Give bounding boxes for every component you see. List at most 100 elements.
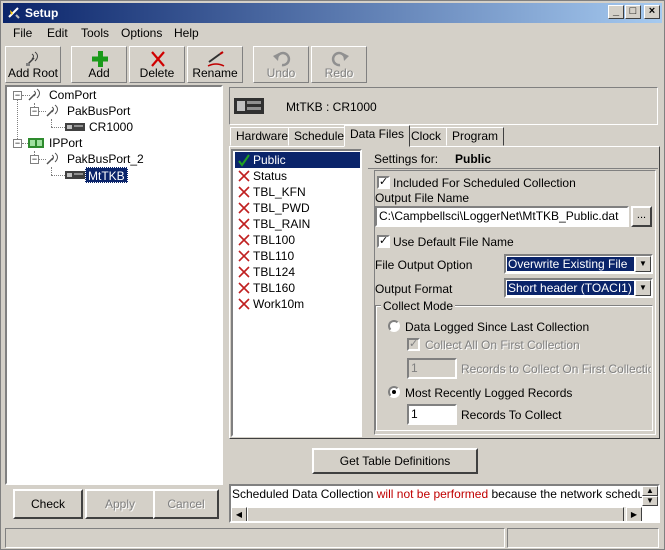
add-button[interactable]: Add: [71, 46, 127, 83]
scroll-up-button[interactable]: ▲: [642, 486, 658, 496]
comport-icon: [28, 88, 40, 101]
x-icon: [238, 170, 250, 182]
collapse-toggle[interactable]: −: [13, 139, 22, 148]
tab-schedule[interactable]: Schedule: [288, 127, 351, 146]
use-default-label: Use Default File Name: [393, 235, 514, 249]
records-first-input[interactable]: 1: [407, 358, 457, 379]
apply-button[interactable]: Apply: [85, 489, 155, 519]
output-file-label: Output File Name: [375, 191, 470, 205]
menu-tools[interactable]: Tools: [75, 24, 115, 42]
log-highlight: will not be performed: [376, 487, 489, 501]
use-default-checkbox[interactable]: [377, 234, 390, 248]
file-output-option-label: File Output Option: [375, 258, 473, 272]
included-checkbox[interactable]: [377, 175, 390, 189]
undo-button[interactable]: Undo: [253, 46, 309, 83]
minimize-button[interactable]: _: [608, 5, 624, 19]
output-format-select[interactable]: Short header (TOACI1) ▼: [504, 278, 653, 298]
scroll-left-button[interactable]: ◀: [231, 507, 247, 521]
tree-item-pakbusport-2[interactable]: PakBusPort_2: [65, 151, 146, 167]
collapse-toggle[interactable]: −: [30, 107, 39, 116]
device-header: MtTKB : CR1000: [229, 87, 658, 125]
records-first-label: Records to Collect On First Collection: [461, 362, 651, 376]
tree-item-mtkb[interactable]: MtTKB: [85, 167, 128, 183]
settings-body: Included For Scheduled Collection Output…: [374, 170, 656, 435]
list-item[interactable]: Work10m: [235, 296, 360, 312]
list-item[interactable]: TBL100: [235, 232, 360, 248]
x-icon: [238, 234, 250, 246]
included-label: Included For Scheduled Collection: [393, 176, 576, 190]
add-root-button[interactable]: Add Root: [5, 46, 61, 83]
menu-edit[interactable]: Edit: [41, 24, 74, 42]
app-icon: [8, 7, 20, 19]
datalogger-icon: [234, 98, 264, 114]
network-tree[interactable]: − ComPort − PakBusPort CR1000 − IPPort −: [5, 85, 223, 485]
collect-all-label: Collect All On First Collection: [425, 338, 580, 352]
delete-button[interactable]: Delete: [129, 46, 185, 83]
settings-panel: Settings for: Public Included For Schedu…: [368, 149, 658, 437]
tab-program[interactable]: Program: [446, 127, 505, 146]
collapse-toggle[interactable]: −: [13, 91, 22, 100]
status-cell: [507, 528, 659, 548]
output-file-input[interactable]: C:\Campbellsci\LoggerNet\MtTKB_Public.da…: [375, 206, 629, 227]
tree-connector: [51, 167, 52, 175]
tree-connector: [51, 175, 65, 176]
most-recent-label: Most Recently Logged Records: [405, 386, 573, 400]
chevron-down-icon[interactable]: ▼: [635, 256, 651, 272]
scroll-thumb[interactable]: [247, 507, 624, 521]
toolbar: Add Root Add Delete Rename Undo Redo: [3, 44, 662, 84]
maximize-button[interactable]: □: [625, 5, 641, 19]
list-item[interactable]: TBL110: [235, 248, 360, 264]
list-item[interactable]: TBL124: [235, 264, 360, 280]
redo-button[interactable]: Redo: [311, 46, 367, 83]
list-item[interactable]: TBL160: [235, 280, 360, 296]
list-item[interactable]: TBL_KFN: [235, 184, 360, 200]
browse-button[interactable]: ...: [631, 206, 652, 227]
most-recent-radio[interactable]: [388, 386, 400, 398]
message-log[interactable]: Scheduled Data Collection will not be pe…: [229, 484, 660, 523]
rename-button[interactable]: Rename: [187, 46, 243, 83]
scroll-right-button[interactable]: ▶: [626, 507, 642, 521]
scroll-down-button[interactable]: ▼: [642, 496, 658, 506]
tree-connector: [51, 119, 52, 127]
get-table-definitions-button[interactable]: Get Table Definitions: [312, 448, 478, 474]
ipport-icon: [28, 138, 44, 148]
x-icon: [238, 266, 250, 278]
x-icon: [238, 250, 250, 262]
status-cell: [5, 528, 505, 548]
tree-item-comport[interactable]: ComPort: [47, 87, 98, 103]
x-icon: [238, 282, 250, 294]
collapse-toggle[interactable]: −: [30, 155, 39, 164]
list-item[interactable]: TBL_RAIN: [235, 216, 360, 232]
check-icon: [238, 154, 250, 167]
since-last-label: Data Logged Since Last Collection: [405, 320, 590, 334]
since-last-radio[interactable]: [388, 320, 400, 332]
records-label: Records To Collect: [461, 408, 562, 422]
tree-item-cr1000[interactable]: CR1000: [87, 119, 135, 135]
status-bar: [3, 528, 662, 548]
x-icon: [238, 218, 250, 230]
tab-clock[interactable]: Clock: [405, 127, 448, 146]
file-output-option-select[interactable]: Overwrite Existing File ▼: [504, 254, 653, 274]
settings-for-value: Public: [455, 152, 492, 166]
horizontal-scrollbar[interactable]: ◀ ▶: [231, 507, 642, 521]
close-button[interactable]: ×: [644, 5, 660, 19]
list-item[interactable]: TBL_PWD: [235, 200, 360, 216]
collect-all-checkbox[interactable]: [407, 337, 420, 351]
tab-hardware[interactable]: Hardware: [230, 127, 295, 146]
chevron-down-icon[interactable]: ▼: [635, 280, 651, 296]
list-item[interactable]: Status: [235, 168, 360, 184]
tree-item-ipport[interactable]: IPPort: [47, 135, 84, 151]
cancel-button[interactable]: Cancel: [153, 489, 219, 519]
records-input[interactable]: 1: [407, 404, 457, 425]
tree-item-pakbusport[interactable]: PakBusPort: [65, 103, 132, 119]
menu-options[interactable]: Options: [115, 24, 168, 42]
list-item[interactable]: Public: [235, 152, 360, 168]
menu-help[interactable]: Help: [168, 24, 205, 42]
menu-bar: File Edit Tools Options Help: [3, 24, 662, 42]
tab-data-files[interactable]: Data Files: [344, 125, 411, 147]
menu-file[interactable]: File: [7, 24, 38, 42]
table-list[interactable]: Public Status TBL_KFN TBL_PWD TBL_RAIN T…: [231, 149, 362, 437]
device-header-title: MtTKB : CR1000: [286, 100, 377, 114]
check-button[interactable]: Check: [13, 489, 83, 519]
x-icon: [238, 298, 250, 310]
